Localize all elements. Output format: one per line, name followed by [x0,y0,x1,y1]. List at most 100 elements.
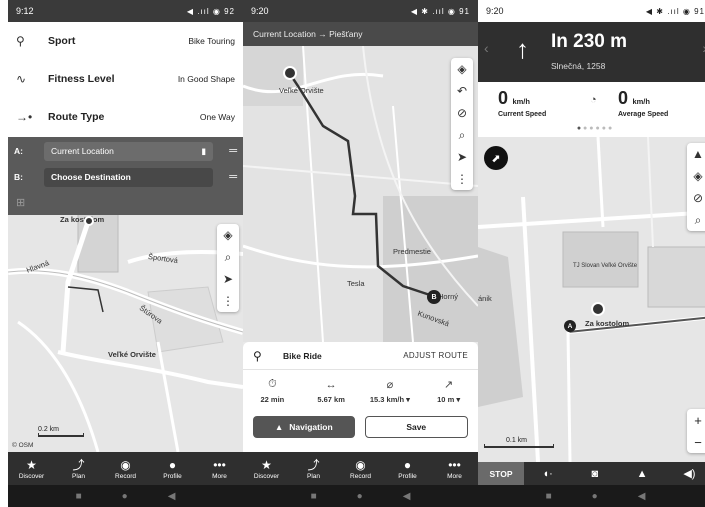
fitness-level-row[interactable]: ∿ Fitness Level In Good Shape [8,60,243,98]
nav-profile[interactable]: ● Profile [386,459,430,480]
stat-value: 22 min [260,395,285,404]
back-icon[interactable]: ◀ [638,491,646,502]
recents-icon[interactable]: ■ [76,491,82,502]
current-speed-value: 0 [498,88,509,108]
search-icon[interactable]: ⌕ [687,209,705,231]
android-nav-bar: ■ ● ◀ [8,485,243,507]
home-icon[interactable]: ● [122,491,128,502]
previous-chevron-icon[interactable]: ‹ [484,40,489,56]
more-vertical-icon[interactable]: ⋮ [451,168,473,190]
layers-icon[interactable]: ◈ [217,224,239,246]
zoom-in-icon[interactable]: + [694,409,702,431]
phone-screen-route-plan: 9:20 ◀ ✱ .ııl ◉ 91 Veľké Orvište Predmes… [243,0,478,507]
turn-distance: In 230 m [551,31,628,52]
nav-more[interactable]: ••• More [198,459,242,480]
navigation-button[interactable]: ▲ Navigation [253,416,355,438]
plan-icon: ⤴ [307,457,320,472]
destination-b-marker: B [427,290,441,304]
recents-icon[interactable]: ■ [311,491,317,502]
star-icon: ★ [26,457,37,472]
map-label-area: TJ Slovan Veľké Orvište [572,263,638,269]
stat-distance: ↔ 5.67 km [302,379,361,404]
bike-icon: ⚲ [253,348,262,363]
nav-label: Profile [398,472,417,480]
average-speed-icon: ⌀ [386,379,394,391]
nav-profile[interactable]: ● Profile [151,459,195,480]
sheet-actions: ▲ Navigation Save [243,412,478,442]
north-arrow-icon[interactable]: ▲ [687,143,705,165]
profile-icon: ● [168,457,177,472]
map-controls: ◈ ↶ ⊘ ⌕ ➤ ⋮ [451,58,473,190]
point-b-field[interactable]: Choose Destination [44,167,213,187]
current-speed-unit: km/h [512,97,530,106]
stop-button[interactable]: STOP [478,462,524,485]
voice-feedback-icon[interactable]: ◖· [524,468,571,480]
nav-label: Record [350,472,371,480]
home-icon[interactable]: ● [592,491,598,502]
nav-label: Profile [163,472,182,480]
drag-handle-icon[interactable]: ═ [213,171,237,183]
route-type-row[interactable]: →• Route Type One Way [8,98,243,136]
nav-record[interactable]: ◉ Record [339,459,383,480]
visibility-off-icon[interactable]: ⊘ [451,102,473,124]
scale-label: 0.1 km [506,437,528,444]
add-stop-icon[interactable]: ⊞ [8,190,243,214]
map-label-town: Veľké Orvište [279,86,324,95]
drag-handle-icon[interactable]: ═ [213,145,237,157]
layers-icon[interactable]: ◈ [451,58,473,80]
save-button[interactable]: Save [364,416,468,438]
fitness-label: Fitness Level [48,73,115,85]
trash-icon[interactable]: ▮ [201,146,206,157]
average-speed-unit: km/h [632,97,650,106]
stat-avg-speed[interactable]: ⌀ 15.3 km/h ▾ [361,378,420,404]
straight-arrow-icon: ↑ [516,34,529,64]
more-vertical-icon[interactable]: ⋮ [217,290,239,312]
map-view[interactable]: Veľké Orvište Predmestie Tesla Kunovská … [243,46,478,342]
point-a-field[interactable]: Current Location ▮ [44,141,213,161]
camera-icon[interactable]: ◙ [571,468,618,480]
adjust-route-button[interactable]: ADJUST ROUTE [403,351,468,360]
nav-record[interactable]: ◉ Record [104,459,148,480]
average-speed-label: Average Speed [618,111,669,118]
nav-plan[interactable]: ⤴ Plan [292,459,336,480]
route-header: Current Location → Piešťany [243,22,478,46]
search-icon[interactable]: ⌕ [217,246,239,268]
visibility-off-icon[interactable]: ⊘ [687,187,705,209]
page-indicator[interactable]: ●●●●●● [478,125,705,132]
nav-discover[interactable]: ★ Discover [245,459,289,480]
recents-icon[interactable]: ■ [546,491,552,502]
layers-icon[interactable]: ◈ [687,165,705,187]
home-icon[interactable]: ● [357,491,363,502]
stat-elevation[interactable]: ↗ 10 m ▾ [419,378,478,404]
sport-label: Sport [48,35,76,47]
map-view[interactable]: ⬈ TJ Slovan Veľké Orvište ánik Za kostol… [478,137,705,462]
peak-icon[interactable]: ▲ [619,468,666,480]
status-bar: 9:12 ◀ .ııl ◉ 92 [8,0,243,22]
search-icon[interactable]: ⌕ [451,124,473,146]
nav-more[interactable]: ••• More [433,459,477,480]
route-point-b: B: Choose Destination ═ [8,164,243,190]
zoom-out-icon[interactable]: − [694,431,702,453]
average-speed-icon: ◔ [590,94,597,106]
back-icon[interactable]: ◀ [403,491,411,502]
nav-plan[interactable]: ⤴ Plan [57,459,101,480]
locate-arrow-icon[interactable]: ➤ [451,146,473,168]
back-icon[interactable]: ◀ [168,491,176,502]
sport-row[interactable]: ⚲ Sport Bike Touring [8,22,243,60]
point-a-label: A: [14,146,23,156]
map-attribution: © OSM [12,442,34,449]
compass-icon[interactable]: ⬈ [484,146,508,170]
locate-arrow-icon[interactable]: ➤ [217,268,239,290]
start-marker [283,66,297,80]
undo-icon[interactable]: ↶ [451,80,473,102]
zoom-controls: + − [687,409,705,453]
star-icon: ★ [261,457,272,472]
phone-screen-plan-settings: 9:12 ◀ .ııl ◉ 92 Za kostolom Hlavná Špor… [8,0,243,507]
nav-discover[interactable]: ★ Discover [10,459,54,480]
map-scale: 0.2 km [38,426,84,437]
status-time: 9:20 [486,6,504,16]
bike-icon: ⚲ [16,34,25,48]
timer-icon: ⏱ [268,378,277,390]
volume-icon[interactable]: ◀) [666,467,705,480]
activity-name: Bike Ride [283,350,322,361]
